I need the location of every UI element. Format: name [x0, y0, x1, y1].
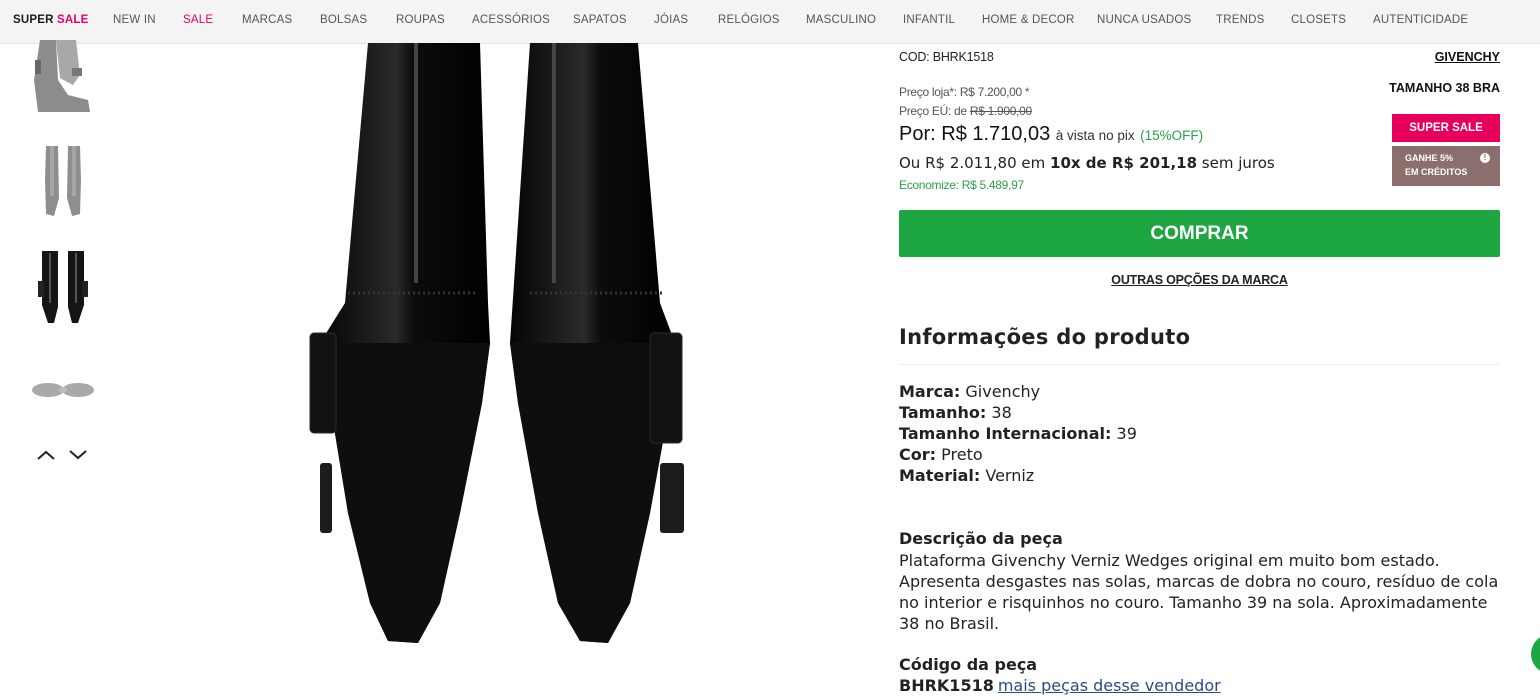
installment-prefix: Ou R$ 2.011,80 em: [899, 154, 1046, 172]
sale-price-value: R$ 1.710,03: [941, 123, 1051, 145]
nav-item-marcas[interactable]: MARCAS: [242, 14, 292, 26]
item-code-title: Código da peça: [899, 655, 1038, 674]
product-thumbnail[interactable]: [28, 245, 98, 335]
spec-value: Preto: [941, 445, 983, 464]
super-sale-badge: SUPER SALE: [1392, 114, 1500, 142]
installment-suffix: sem juros: [1201, 154, 1275, 172]
eu-price-value: R$ 1.900,00: [969, 104, 1032, 118]
credit-badge-line2: EM CRÉDITOS: [1405, 167, 1468, 177]
spec-value: 38: [991, 403, 1012, 422]
nav-super-label: SUPER: [13, 14, 58, 26]
nav-item-autenticidade[interactable]: AUTENTICIDADE: [1373, 14, 1468, 26]
spec-color: Cor: Preto: [899, 444, 983, 465]
spec-brand: Marca: Givenchy: [899, 381, 1040, 402]
nav-item-nunca-usados[interactable]: NUNCA USADOS: [1097, 14, 1191, 26]
spec-material: Material: Verniz: [899, 465, 1034, 486]
credit-badge: GANHE 5% EM CRÉDITOS !: [1392, 146, 1500, 186]
product-thumbnail[interactable]: [28, 40, 98, 130]
nav-item-masculino[interactable]: MASCULINO: [806, 14, 876, 26]
store-price: Preço loja*: R$ 7.200,00 *: [899, 85, 1030, 99]
other-brand-options-link[interactable]: OUTRAS OPÇÕES DA MARCA: [899, 273, 1500, 287]
installment-price: Ou R$ 2.011,80 em 10x de R$ 201,18 sem j…: [899, 154, 1275, 172]
nav-sale-label: SALE: [57, 14, 89, 26]
spec-size: Tamanho: 38: [899, 402, 1012, 423]
spec-value: Givenchy: [965, 382, 1041, 401]
spec-key: Tamanho Internacional:: [899, 424, 1112, 443]
buy-button[interactable]: COMPRAR: [899, 210, 1500, 257]
nav-item-home-decor[interactable]: HOME & DECOR: [982, 14, 1075, 26]
nav-item-bolsas[interactable]: BOLSAS: [320, 14, 367, 26]
nav-item-relogios[interactable]: RELÓGIOS: [718, 14, 780, 26]
spec-intl-size: Tamanho Internacional: 39: [899, 423, 1137, 444]
main-product-image[interactable]: [290, 43, 710, 683]
description-text: Plataforma Givenchy Verniz Wedges origin…: [899, 551, 1499, 633]
brand-link[interactable]: GIVENCHY: [1435, 50, 1500, 64]
sale-price: Por: R$ 1.710,03 à vista no pix (15%OFF): [899, 123, 1203, 146]
spec-value: Verniz: [985, 466, 1035, 485]
top-navigation: SUPER SALE NEW IN SALE MARCAS BOLSAS ROU…: [0, 0, 1540, 44]
nav-item-sapatos[interactable]: SAPATOS: [573, 14, 627, 26]
nav-item-joias[interactable]: JÓIAS: [654, 14, 688, 26]
nav-item-acessorios[interactable]: ACESSÓRIOS: [472, 14, 550, 26]
pix-label: à vista no pix: [1055, 128, 1135, 143]
nav-item-new-in[interactable]: NEW IN: [113, 14, 156, 26]
nav-item-trends[interactable]: TRENDS: [1216, 14, 1264, 26]
spec-key: Cor:: [899, 445, 937, 464]
product-thumbnail[interactable]: [28, 140, 98, 230]
eu-price: Preço EÚ: de R$ 1.900,00: [899, 104, 1032, 118]
product-thumbnail[interactable]: [28, 350, 98, 440]
eu-price-label: Preço EÚ: de: [899, 104, 967, 118]
savings-label: Economize: R$ 5.489,97: [899, 178, 1024, 192]
store-price-label: Preço loja*:: [899, 85, 957, 99]
item-code-line: BHRK1518 mais peças desse vendedor: [899, 676, 1221, 695]
chat-icon[interactable]: [1531, 634, 1540, 674]
product-code: COD: BHRK1518: [899, 50, 994, 64]
nav-item-sale[interactable]: SALE: [183, 14, 213, 26]
spec-key: Marca:: [899, 382, 961, 401]
thumbnail-prev-arrow-icon[interactable]: [35, 444, 57, 466]
spec-value: 39: [1116, 424, 1137, 443]
thumbnail-next-arrow-icon[interactable]: [67, 444, 89, 466]
spec-key: Material:: [899, 466, 981, 485]
nav-item-roupas[interactable]: ROUPAS: [396, 14, 445, 26]
info-icon[interactable]: !: [1480, 153, 1490, 163]
size-label: TAMANHO 38 BRA: [1389, 81, 1500, 95]
sale-price-label: Por:: [899, 123, 936, 145]
discount-label: (15%OFF): [1140, 128, 1204, 143]
product-info-title: Informações do produto: [899, 325, 1191, 349]
seller-items-link[interactable]: mais peças desse vendedor: [998, 676, 1221, 695]
nav-item-infantil[interactable]: INFANTIL: [903, 14, 955, 26]
item-code-value: BHRK1518: [899, 676, 994, 695]
nav-item-super-sale[interactable]: SUPER SALE: [13, 14, 89, 26]
divider: [899, 364, 1500, 365]
credit-badge-line1: GANHE 5%: [1405, 153, 1454, 163]
installment-value: 10x de R$ 201,18: [1050, 154, 1198, 172]
nav-item-closets[interactable]: CLOSETS: [1291, 14, 1346, 26]
description-title: Descrição da peça: [899, 529, 1063, 548]
spec-key: Tamanho:: [899, 403, 987, 422]
store-price-value: R$ 7.200,00 *: [959, 85, 1030, 99]
